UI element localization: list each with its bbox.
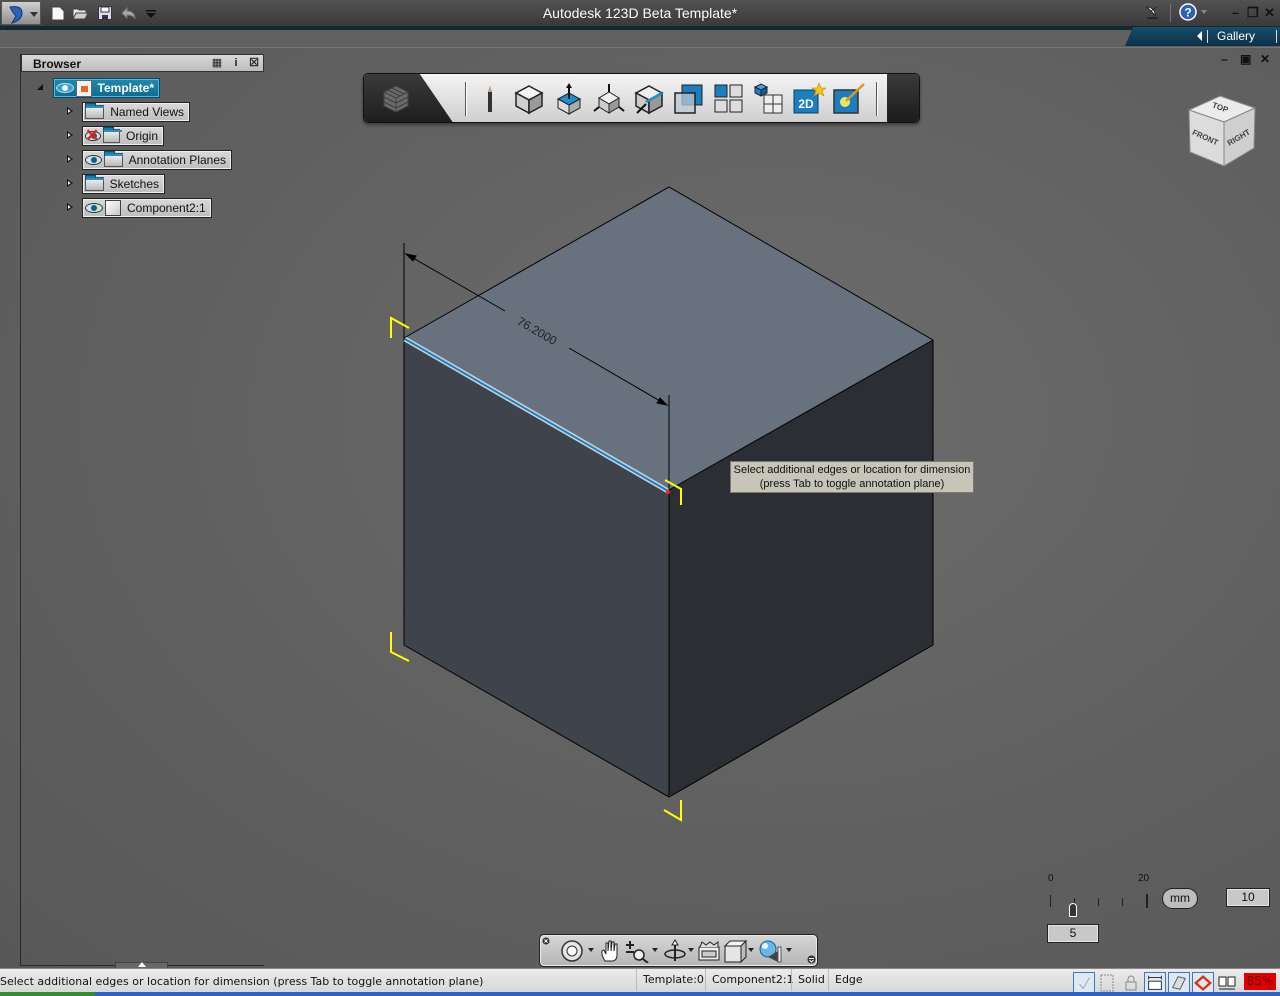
unit-button[interactable]: mm: [1162, 888, 1198, 909]
tree-item-annotation-planes[interactable]: Annotation Planes: [82, 150, 232, 170]
snap-icon[interactable]: [1192, 972, 1214, 994]
scale-min-label: 0: [1048, 873, 1054, 884]
tree-item-named-views[interactable]: Named Views: [82, 102, 190, 122]
tree-item-label: Component2:1: [127, 201, 206, 215]
svg-text:2D: 2D: [798, 97, 814, 111]
tree-item-sketches[interactable]: Sketches: [82, 174, 165, 194]
zoom-percentage[interactable]: 85%: [1244, 973, 1276, 990]
visibility-hidden-icon[interactable]: [85, 126, 101, 146]
scale-tick: [1050, 895, 1051, 907]
grouping-tool-icon[interactable]: [752, 82, 786, 116]
folder-icon: [85, 103, 105, 119]
grid-size-field[interactable]: 10: [1226, 888, 1270, 907]
select-filter-icon[interactable]: [1073, 972, 1095, 994]
document-icon: [75, 79, 92, 97]
toolbar-cap: [887, 74, 919, 122]
steering-wheel-dropdown-icon[interactable]: [588, 948, 594, 952]
autodesk-123d-window: Autodesk 123D Beta Template* ? – ❐ ✕ Gal…: [0, 0, 1280, 996]
tree-expand-icon[interactable]: [67, 155, 73, 163]
os-taskbar: [0, 992, 1280, 996]
lock-icon[interactable]: [1120, 972, 1142, 994]
folder-icon: [102, 127, 123, 143]
scale-tick: [1146, 894, 1148, 908]
pan-icon[interactable]: [598, 939, 624, 963]
browser-header: Browser ▦ i ☒: [21, 54, 264, 72]
zoom-icon[interactable]: [624, 939, 650, 963]
steering-wheel-icon[interactable]: [560, 939, 586, 963]
visual-style-dropdown-icon[interactable]: [786, 948, 792, 952]
main-toolbar: 2D: [363, 73, 920, 123]
view-mode-dropdown-icon[interactable]: [748, 948, 754, 952]
tooltip-line-2: (press Tab to toggle annotation plane): [759, 478, 945, 490]
zoom-dropdown-icon[interactable]: [652, 948, 658, 952]
extrude-tool-icon[interactable]: [552, 82, 586, 116]
toolbar-separator: [876, 82, 878, 116]
calculator-icon[interactable]: ▦: [210, 56, 224, 70]
folder-icon: [85, 175, 104, 191]
grid-scale-slider-handle[interactable]: [1069, 903, 1077, 917]
look-at-icon[interactable]: [696, 939, 722, 963]
tree-root-template[interactable]: Template*: [53, 78, 160, 98]
visibility-eye-icon[interactable]: [85, 203, 103, 213]
start-button[interactable]: [0, 992, 95, 996]
edge-endpoint-marker: [666, 490, 670, 494]
status-body-type: Solid: [791, 969, 831, 991]
orbit-dropdown-icon[interactable]: [688, 948, 694, 952]
tree-item-label: Sketches: [109, 177, 159, 191]
tree-root-label: Template*: [97, 81, 154, 95]
folder-icon: [103, 151, 123, 167]
status-selection-type: Edge: [828, 969, 869, 991]
tree-item-label: Annotation Planes: [128, 153, 226, 167]
primitives-icon[interactable]: [380, 83, 412, 115]
orbit-icon[interactable]: [662, 939, 688, 963]
tree-item-label: Named Views: [110, 105, 184, 119]
grid-display-icon[interactable]: [1168, 972, 1190, 994]
expand-up-icon[interactable]: [138, 962, 146, 967]
navigation-bar: [539, 934, 818, 967]
tree-expand-icon[interactable]: [67, 203, 73, 211]
tree-collapse-icon[interactable]: [37, 84, 43, 90]
sketch-tool-icon[interactable]: [473, 82, 507, 116]
dimension-display-icon[interactable]: [1144, 972, 1166, 994]
slider-value-field[interactable]: 5: [1047, 924, 1099, 943]
pattern-tool-icon[interactable]: [712, 82, 746, 116]
combine-tool-icon[interactable]: [672, 82, 706, 116]
scale-tick: [1122, 898, 1123, 906]
scale-tick: [1098, 898, 1099, 906]
tree-item-component[interactable]: Component2:1: [82, 198, 212, 218]
tree-expand-icon[interactable]: [67, 131, 73, 139]
status-component: Component2:1: [705, 969, 800, 991]
tweak-tool-icon[interactable]: [592, 82, 626, 116]
navbar-options-icon[interactable]: [807, 955, 816, 964]
viewcube[interactable]: TOP FRONT RIGHT: [1184, 92, 1260, 174]
scale-max-label: 20: [1138, 873, 1150, 884]
tree-item-origin[interactable]: Origin: [82, 126, 164, 146]
part-icon: [105, 200, 121, 216]
tree-expand-icon[interactable]: [67, 107, 73, 115]
browser-title: Browser: [33, 57, 82, 71]
2d-drawing-icon[interactable]: 2D: [792, 82, 826, 116]
tree-expand-icon[interactable]: [67, 179, 73, 187]
status-document: Template:0: [636, 969, 710, 991]
navbar-close-icon[interactable]: [542, 937, 550, 945]
smart-tools-icon[interactable]: [832, 82, 866, 116]
tooltip-line-1: Select additional edges or location for …: [733, 464, 971, 476]
visibility-eye-icon[interactable]: [85, 155, 102, 165]
view-mode-icon[interactable]: [722, 939, 748, 963]
browser-close-icon[interactable]: ☒: [247, 56, 261, 70]
modify-tool-icon[interactable]: [632, 82, 666, 116]
box-tool-icon[interactable]: [512, 82, 546, 116]
info-icon[interactable]: i: [229, 56, 243, 70]
toolbar-separator: [465, 82, 467, 116]
bounding-box-icon[interactable]: [1096, 972, 1118, 994]
status-message: Select additional edges or location for …: [0, 975, 484, 988]
layout-icon[interactable]: [1216, 972, 1238, 994]
command-tooltip: Select additional edges or location for …: [730, 461, 974, 493]
visual-style-icon[interactable]: [758, 939, 784, 963]
visibility-eye-icon[interactable]: [56, 83, 74, 93]
tree-item-label: Origin: [125, 129, 158, 143]
